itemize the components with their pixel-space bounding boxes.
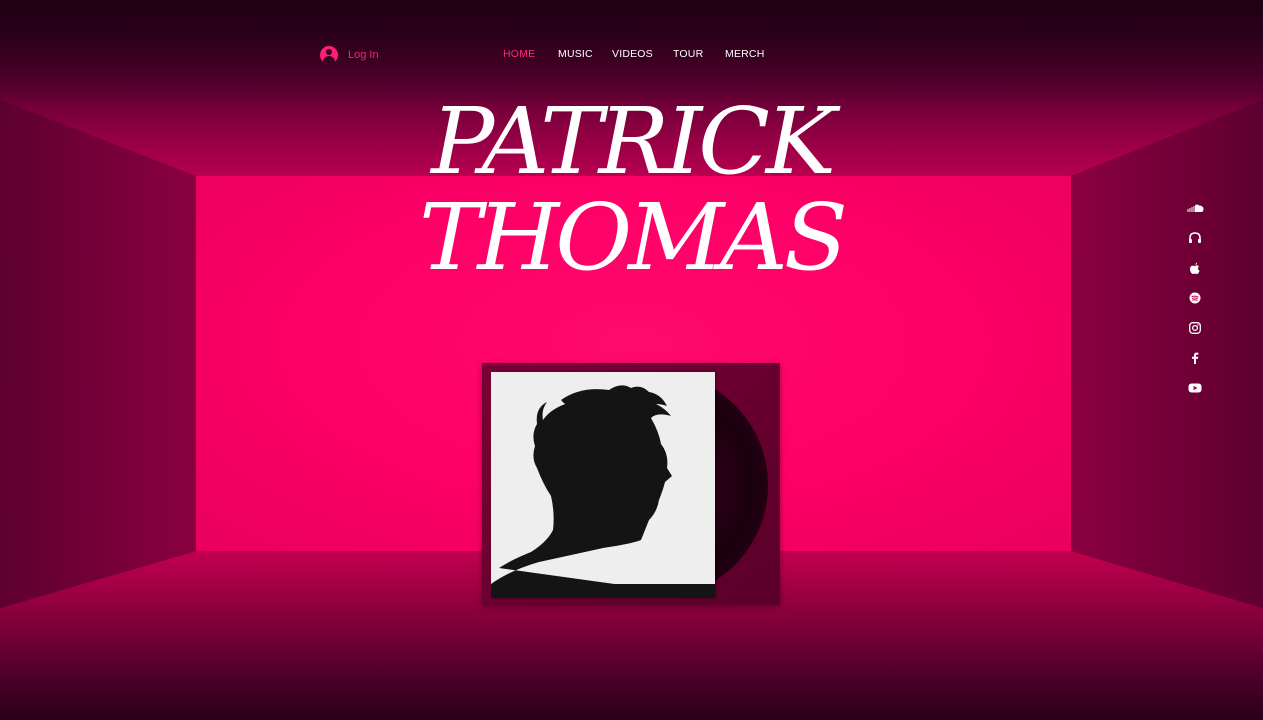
main-nav: HOME MUSIC VIDEOS TOUR MERCH xyxy=(503,48,765,60)
album-cover[interactable] xyxy=(491,372,715,598)
spotify-icon[interactable] xyxy=(1186,289,1204,307)
artist-silhouette-image xyxy=(491,372,715,598)
nav-music[interactable]: MUSIC xyxy=(558,48,612,60)
soundcloud-icon[interactable] xyxy=(1186,199,1204,217)
instagram-icon[interactable] xyxy=(1186,319,1204,337)
headphones-icon[interactable] xyxy=(1186,229,1204,247)
youtube-icon[interactable] xyxy=(1186,379,1204,397)
nav-tour[interactable]: TOUR xyxy=(673,48,725,60)
apple-icon[interactable] xyxy=(1186,259,1204,277)
facebook-icon[interactable] xyxy=(1186,349,1204,367)
user-avatar-icon xyxy=(320,46,338,64)
artist-name-line1: PATRICK xyxy=(431,88,836,195)
login-button[interactable]: Log In xyxy=(320,46,379,64)
social-bar xyxy=(1186,199,1204,409)
login-label: Log In xyxy=(348,49,379,61)
nav-home[interactable]: HOME xyxy=(503,48,558,60)
nav-merch[interactable]: MERCH xyxy=(725,48,765,60)
nav-videos[interactable]: VIDEOS xyxy=(612,48,673,60)
artist-name-line2: THOMAS xyxy=(418,184,848,291)
